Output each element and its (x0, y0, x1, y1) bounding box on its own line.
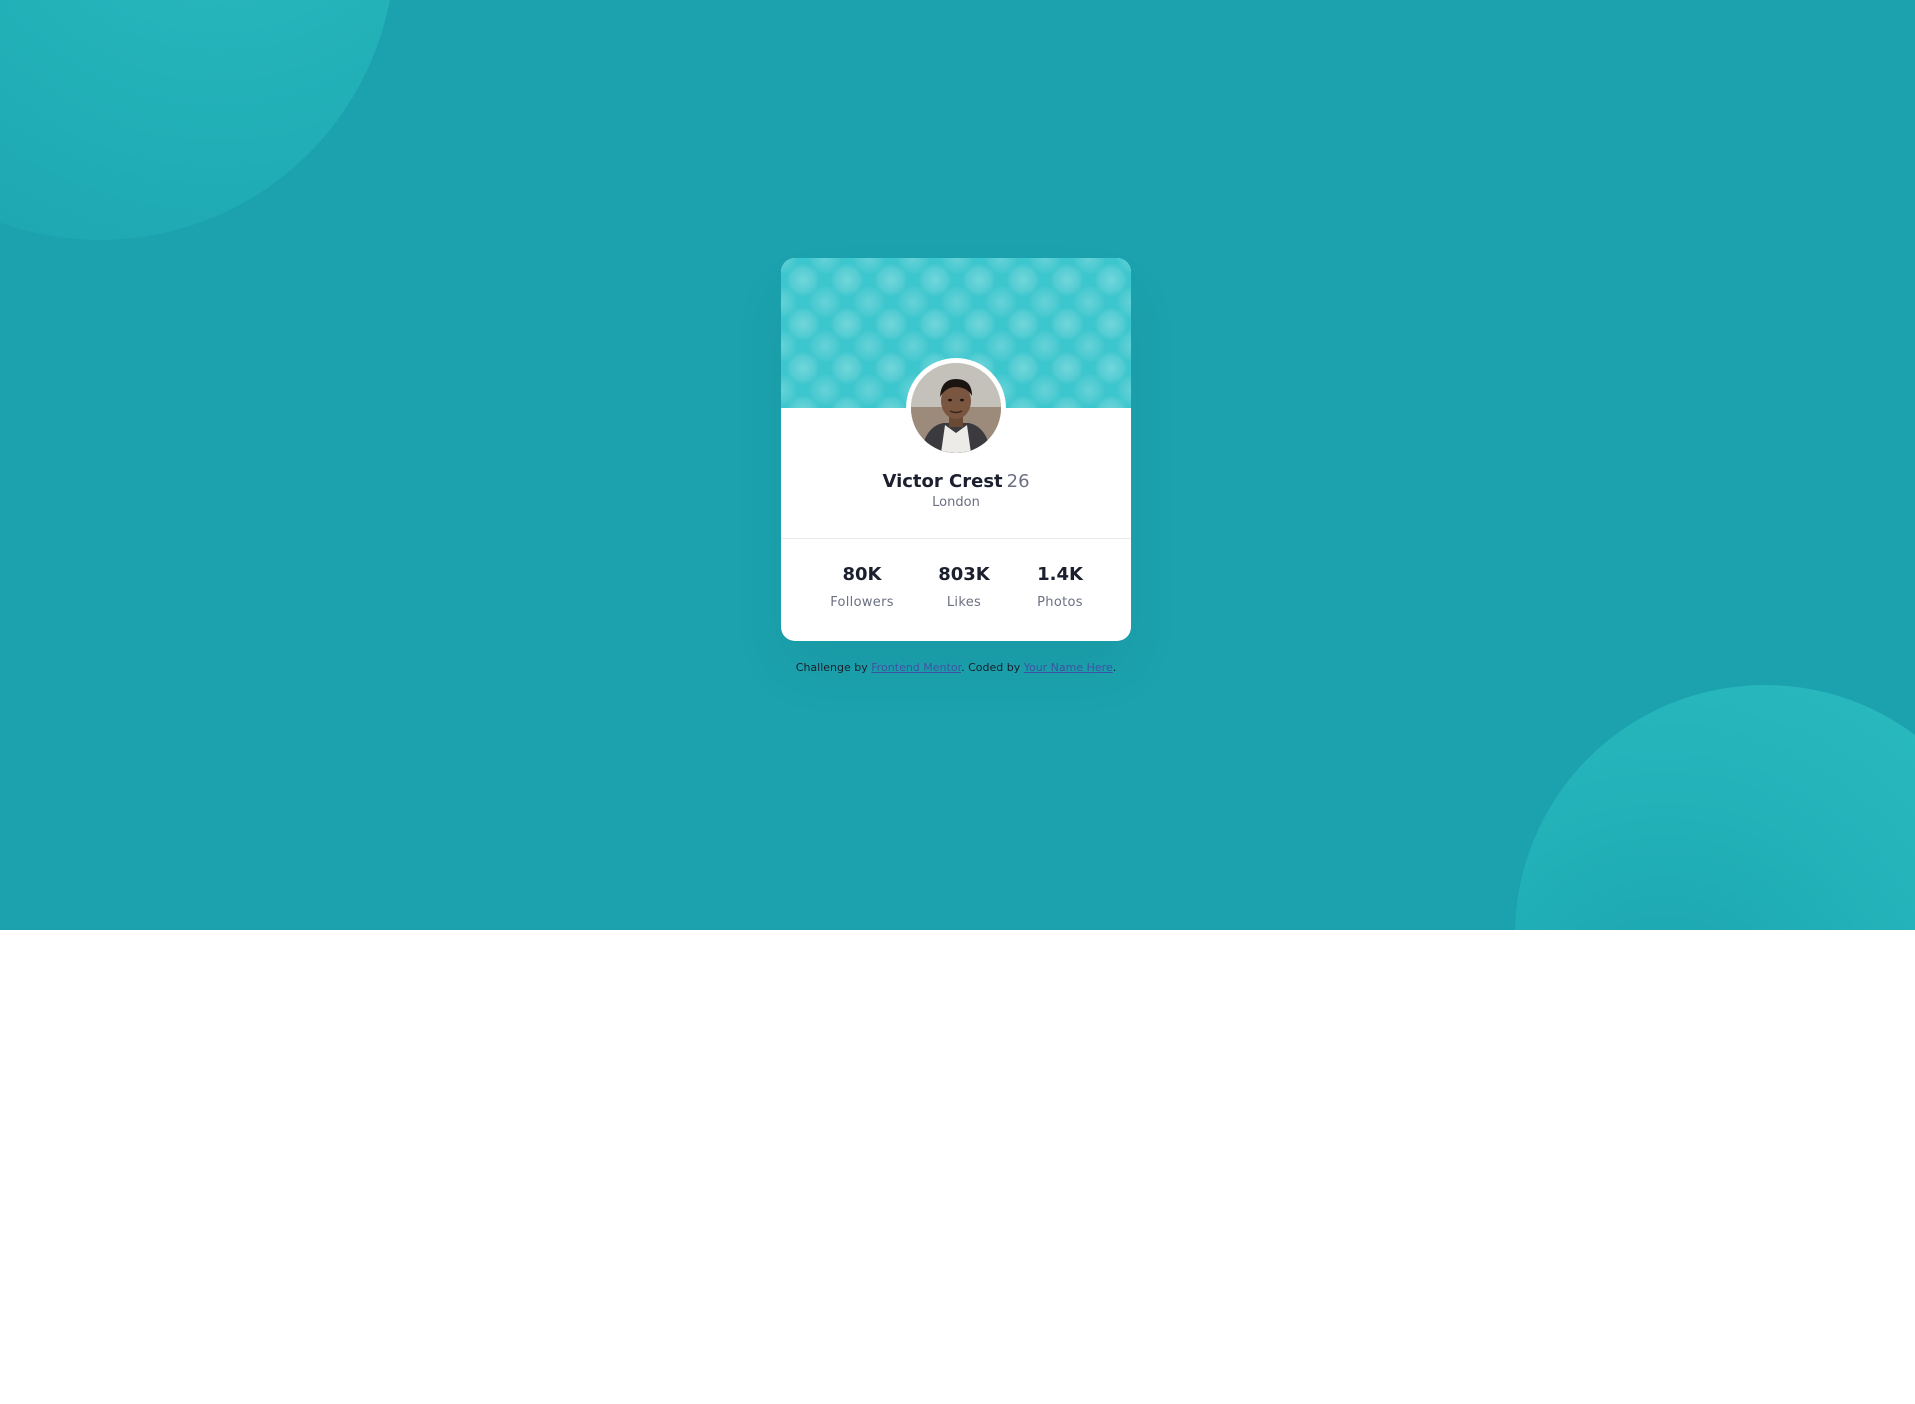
page-background: Victor Crest 26 London 80K Followers 803K… (0, 0, 1915, 930)
frontend-mentor-link[interactable]: Frontend Mentor (871, 661, 961, 674)
profile-identity: Victor Crest 26 London (781, 471, 1131, 510)
attribution-middle: . Coded by (961, 661, 1021, 674)
background-circle-bottom-right (1515, 685, 1915, 930)
profile-name: Victor Crest (882, 471, 1003, 492)
stat-label: Photos (1037, 595, 1083, 610)
card-divider (781, 538, 1131, 539)
profile-card: Victor Crest 26 London 80K Followers 803K… (781, 258, 1131, 641)
stat-followers: 80K Followers (807, 563, 917, 610)
stat-value: 80K (842, 564, 882, 585)
stat-photos: 1.4K Photos (1005, 563, 1115, 610)
profile-photo-icon (911, 363, 1001, 453)
profile-age: 26 (1006, 471, 1030, 492)
author-link[interactable]: Your Name Here (1024, 661, 1113, 674)
stat-likes: 803K Likes (909, 563, 1019, 610)
attribution: Challenge by Frontend Mentor. Coded by Y… (781, 661, 1131, 674)
stat-value: 803K (938, 564, 990, 585)
stat-label: Followers (830, 595, 894, 610)
stat-label: Likes (946, 595, 982, 610)
attribution-prefix: Challenge by (795, 661, 868, 674)
avatar (906, 358, 1006, 458)
profile-location: London (932, 495, 980, 510)
stat-value: 1.4K (1037, 564, 1083, 585)
name-line: Victor Crest 26 (781, 471, 1131, 493)
background-circle-top-left (0, 0, 395, 240)
page-lower-blank (0, 930, 1915, 1404)
attribution-suffix: . (1112, 661, 1117, 674)
